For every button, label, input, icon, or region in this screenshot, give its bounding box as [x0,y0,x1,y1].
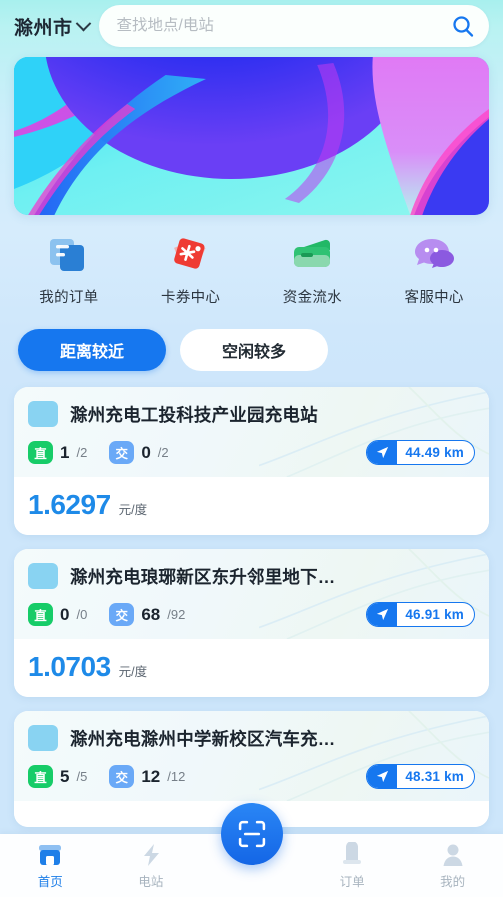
tab-home[interactable]: 首页 [0,834,101,897]
station-name: 滁州充电工投科技产业园充电站 [70,404,318,425]
app-screen: 滁州市 查找地点/电站 我的订单 卡券中心 资金流水 客服中心 距离较近 空闲较… [0,0,503,897]
chevron-down-icon [75,15,91,31]
promo-banner[interactable] [14,57,489,215]
station-meta-row: 直 0 /0 交 68 /92 46.91 km [28,602,475,627]
ac-badge-icon: 交 [109,603,135,626]
navigate-distance-pill[interactable]: 48.31 km [366,764,475,789]
ac-badge-icon: 交 [109,441,135,464]
dc-badge-icon: 直 [28,765,53,788]
station-title-row: 滁州充电滁州中学新校区汽车充… [28,725,475,751]
city-name: 滁州市 [14,17,73,39]
quick-entry-fund-flow[interactable]: 资金流水 [252,233,374,307]
ac-free-count: 68 [141,604,161,624]
ac-free-count: 0 [141,442,151,462]
station-price-unit: 元/度 [118,665,148,679]
banner-section [0,52,503,215]
distance-value: 48.31 km [405,769,464,784]
distance-value: 46.91 km [405,607,464,622]
navigation-arrow-icon [367,603,398,626]
scan-fab-button[interactable] [220,803,283,865]
distance-value: 44.49 km [405,445,464,460]
dc-free-count: 0 [60,604,70,624]
city-selector[interactable]: 滁州市 [14,13,91,40]
search-input[interactable] [116,17,451,35]
station-meta-row: 直 5 /5 交 12 /12 48.31 km [28,764,475,789]
tab-label: 电站 [138,874,164,889]
station-price: 1.0703 [28,651,111,682]
station-price-unit: 元/度 [118,503,148,517]
tab-orders[interactable]: 订单 [302,834,403,897]
ac-total-count: /92 [167,607,186,622]
ac-total-count: /2 [157,445,169,460]
coupon-tag-icon [168,233,214,277]
station-logo-icon [28,401,58,427]
quick-entry-coupon-center[interactable]: 卡券中心 [130,233,252,307]
station-card-header: 滁州充电工投科技产业园充电站 直 1 /2 交 0 /2 44.49 km [14,387,489,477]
chat-support-icon [411,233,457,277]
tab-profile[interactable]: 我的 [402,834,503,897]
station-card-header: 滁州充电滁州中学新校区汽车充… 直 5 /5 交 12 /12 48.31 km [14,711,489,801]
search-icon[interactable] [451,14,475,38]
dc-connector-info: 直 5 /5 [28,765,87,788]
tab-label: 我的 [440,874,466,889]
dc-badge-icon: 直 [28,441,53,464]
dc-connector-info: 直 1 /2 [28,441,87,464]
quick-entry-support-center[interactable]: 客服中心 [373,233,495,307]
ac-connector-info: 交 68 /92 [109,603,185,626]
search-bar[interactable] [98,5,489,47]
ac-free-count: 12 [141,766,161,786]
orders-icon [338,840,366,868]
station-logo-icon [28,563,58,589]
navigation-arrow-icon [367,441,398,464]
navigate-distance-pill[interactable]: 46.91 km [366,602,475,627]
banner-artwork [14,57,489,215]
quick-entry-label: 资金流水 [282,290,342,306]
dc-free-count: 1 [60,442,70,462]
filter-chip-nearest[interactable]: 距离较近 [18,329,166,371]
ac-connector-info: 交 0 /2 [109,441,169,464]
station-title-row: 滁州充电琅琊新区东升邻里地下… [28,563,475,589]
charging-station-icon [137,842,165,868]
dc-connector-info: 直 0 /0 [28,603,87,626]
station-price-row: 1.0703 元/度 [14,639,489,697]
dc-free-count: 5 [60,766,70,786]
station-list: 滁州充电工投科技产业园充电站 直 1 /2 交 0 /2 44.49 km 1.… [0,381,503,827]
station-price-row: 1.6297 元/度 [14,477,489,535]
quick-entry-my-orders[interactable]: 我的订单 [8,233,130,307]
station-card[interactable]: 滁州充电琅琊新区东升邻里地下… 直 0 /0 交 68 /92 46.91 km… [14,549,489,697]
wallet-icon [289,233,335,277]
dc-total-count: /2 [76,445,88,460]
tab-label: 订单 [339,874,365,889]
station-logo-icon [28,725,58,751]
order-document-icon [46,233,92,277]
ac-badge-icon: 交 [109,765,135,788]
station-title-row: 滁州充电工投科技产业园充电站 [28,401,475,427]
tab-stations[interactable]: 电站 [101,834,202,897]
station-card[interactable]: 滁州充电工投科技产业园充电站 直 1 /2 交 0 /2 44.49 km 1.… [14,387,489,535]
filter-chip-most-available[interactable]: 空闲较多 [180,329,328,371]
station-card-header: 滁州充电琅琊新区东升邻里地下… 直 0 /0 交 68 /92 46.91 km [14,549,489,639]
home-icon [36,842,64,868]
scan-qr-icon [238,820,265,848]
quick-entry-row: 我的订单 卡券中心 资金流水 客服中心 [0,215,503,313]
navigate-distance-pill[interactable]: 44.49 km [366,440,475,465]
profile-icon [439,842,467,868]
ac-connector-info: 交 12 /12 [109,765,185,788]
dc-total-count: /5 [76,769,88,784]
tab-label: 首页 [37,874,63,889]
dc-total-count: /0 [76,607,88,622]
station-name: 滁州充电滁州中学新校区汽车充… [70,728,336,749]
station-price: 1.6297 [28,489,111,520]
quick-entry-label: 客服中心 [404,290,464,306]
top-header: 滁州市 [0,0,503,52]
filter-chip-row: 距离较近 空闲较多 [0,313,503,381]
quick-entry-label: 我的订单 [39,290,99,306]
navigation-arrow-icon [367,765,398,788]
station-name: 滁州充电琅琊新区东升邻里地下… [70,566,336,587]
station-meta-row: 直 1 /2 交 0 /2 44.49 km [28,440,475,465]
quick-entry-label: 卡券中心 [161,290,221,306]
dc-badge-icon: 直 [28,603,53,626]
ac-total-count: /12 [167,769,186,784]
